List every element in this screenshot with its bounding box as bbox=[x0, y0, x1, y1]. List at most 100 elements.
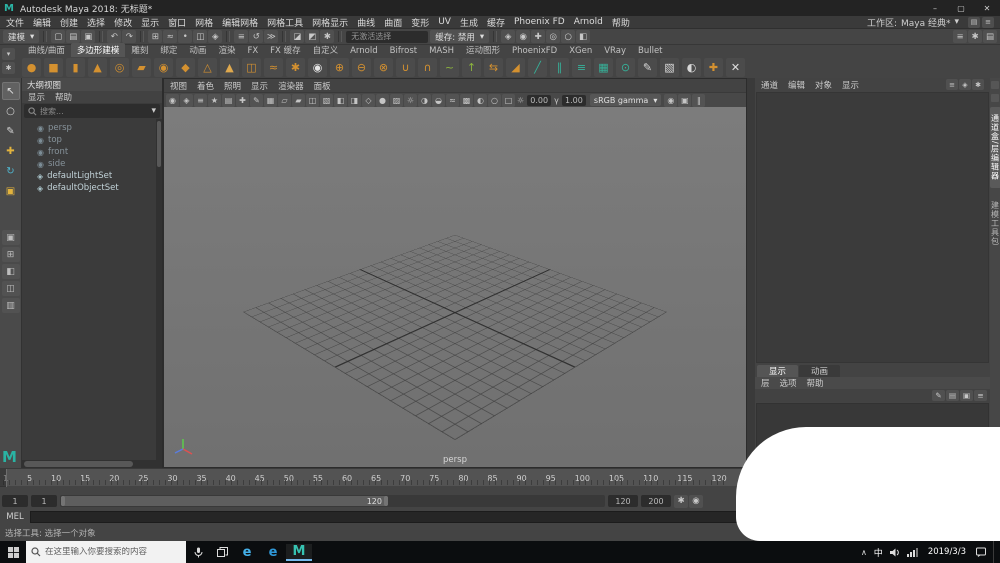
auto-keyframe-icon[interactable]: ◉ bbox=[689, 495, 703, 508]
shelf-tab[interactable]: 曲线/曲面 bbox=[22, 43, 71, 57]
grease-pencil-icon[interactable]: ✎ bbox=[250, 94, 263, 107]
gamma-field[interactable]: 1.00 bbox=[562, 95, 586, 106]
bookmarks-icon[interactable]: ★ bbox=[208, 94, 221, 107]
menubar-item[interactable]: 窗口 bbox=[168, 16, 186, 29]
shelf-tab[interactable]: PhoenixFD bbox=[506, 45, 563, 57]
camera-attributes-icon[interactable]: ≡ bbox=[194, 94, 207, 107]
shelf-tab[interactable]: 自定义 bbox=[307, 43, 345, 57]
show-desktop-button[interactable] bbox=[993, 541, 998, 563]
xray-icon[interactable]: □ bbox=[502, 94, 515, 107]
camera-based-selection-icon[interactable]: ◎ bbox=[546, 30, 560, 43]
depth-of-field-icon[interactable]: ◐ bbox=[474, 94, 487, 107]
shelf-tab[interactable]: FX bbox=[241, 45, 264, 57]
smooth-shade-icon[interactable]: ● bbox=[376, 94, 389, 107]
speaker-icon[interactable] bbox=[890, 548, 900, 557]
mirror-icon[interactable]: ⇆ bbox=[484, 58, 503, 77]
channelbox-menu-item[interactable]: 对象 bbox=[815, 79, 832, 91]
outliner-vscrollbar[interactable] bbox=[156, 119, 162, 460]
shelf-tab[interactable]: Bullet bbox=[632, 45, 669, 57]
playback-end-field[interactable]: 200 bbox=[641, 495, 671, 507]
separate-icon[interactable]: ⊖ bbox=[352, 58, 371, 77]
poly-disc-icon[interactable]: ◉ bbox=[154, 58, 173, 77]
smooth-icon[interactable]: ~ bbox=[440, 58, 459, 77]
create-empty-layer-icon[interactable]: ▤ bbox=[946, 390, 959, 401]
viewport-menu-item[interactable]: 面板 bbox=[314, 80, 331, 92]
channel-speed-icon[interactable]: ✱ bbox=[972, 79, 984, 90]
lasso-tool[interactable]: ○ bbox=[2, 102, 20, 120]
ssao-icon[interactable]: ◒ bbox=[432, 94, 445, 107]
menubar-item[interactable]: 创建 bbox=[60, 16, 78, 29]
viewport-menu-item[interactable]: 着色 bbox=[197, 80, 214, 92]
pan-zoom-icon[interactable]: ✚ bbox=[236, 94, 249, 107]
poly-torus-icon[interactable]: ◎ bbox=[110, 58, 129, 77]
two-pane-layout[interactable]: ◫ bbox=[2, 281, 20, 296]
quad-draw-icon[interactable]: ▦ bbox=[594, 58, 613, 77]
extract-icon[interactable]: ⊗ bbox=[374, 58, 393, 77]
boolean-union-icon[interactable]: ∪ bbox=[396, 58, 415, 77]
menubar-item[interactable]: 帮助 bbox=[612, 16, 630, 29]
menubar-item[interactable]: 网格显示 bbox=[312, 16, 348, 29]
range-slider-bar[interactable]: 120 bbox=[61, 496, 388, 506]
shelf-tab[interactable]: Bifrost bbox=[384, 45, 423, 57]
menubar-item[interactable]: 缓存 bbox=[487, 16, 505, 29]
action-center-icon[interactable] bbox=[976, 547, 986, 557]
multi-cut-icon[interactable]: ╱ bbox=[528, 58, 547, 77]
maximize-button[interactable]: ▢ bbox=[948, 0, 974, 16]
delete-edge-icon[interactable]: ✕ bbox=[726, 58, 745, 77]
animation-end-field[interactable]: 120 bbox=[608, 495, 638, 507]
shelf-tab[interactable]: VRay bbox=[598, 45, 632, 57]
bevel-icon[interactable]: ◢ bbox=[506, 58, 525, 77]
gate-mask-icon[interactable]: ◫ bbox=[306, 94, 319, 107]
construction-history-icon[interactable]: ↺ bbox=[249, 30, 263, 43]
cache-status-select[interactable]: 缓存: 禁用 ▾ bbox=[430, 30, 489, 43]
task-view-button[interactable] bbox=[210, 541, 234, 563]
shelf-tab[interactable]: 多边形建模 bbox=[71, 43, 126, 57]
ime-indicator[interactable]: 中 bbox=[874, 546, 883, 559]
channelbox-menu-item[interactable]: 编辑 bbox=[788, 79, 805, 91]
viewport-menu-item[interactable]: 照明 bbox=[224, 80, 241, 92]
shelf-tab[interactable]: FX 缓存 bbox=[264, 43, 306, 57]
poly-pipe-icon[interactable]: ◫ bbox=[242, 58, 261, 77]
redo-icon[interactable]: ↷ bbox=[122, 30, 136, 43]
new-scene-icon[interactable]: ▢ bbox=[51, 30, 65, 43]
platonic-solid-icon[interactable]: ◆ bbox=[176, 58, 195, 77]
pause-draw-icon[interactable]: ‖ bbox=[692, 94, 705, 107]
lock-camera-icon[interactable]: ◈ bbox=[180, 94, 193, 107]
menubar-item[interactable]: 文件 bbox=[6, 16, 24, 29]
render-frame-icon[interactable]: ◪ bbox=[290, 30, 304, 43]
viewport-menu-item[interactable]: 视图 bbox=[170, 80, 187, 92]
make-live-icon[interactable]: ◈ bbox=[208, 30, 222, 43]
layer-menu-item[interactable]: 帮助 bbox=[807, 377, 824, 389]
target-weld-icon[interactable]: ⊙ bbox=[616, 58, 635, 77]
command-line-input[interactable] bbox=[30, 511, 830, 523]
channel-display-icon[interactable]: ≡ bbox=[946, 79, 958, 90]
menubar-item[interactable]: 曲面 bbox=[384, 16, 402, 29]
sidebar-collapse-icon[interactable] bbox=[991, 94, 999, 102]
layer-menu-item[interactable]: 选项 bbox=[780, 377, 797, 389]
render-settings-icon[interactable]: ✱ bbox=[320, 30, 334, 43]
use-all-lights-icon[interactable]: ☼ bbox=[404, 94, 417, 107]
layer-list-icon[interactable]: ≡ bbox=[974, 390, 987, 401]
playback-options-icon[interactable]: ✱ bbox=[674, 495, 688, 508]
snap-to-plane-icon[interactable]: ◫ bbox=[193, 30, 207, 43]
open-scene-icon[interactable]: ▤ bbox=[66, 30, 80, 43]
layer-options-icon[interactable]: ✎ bbox=[932, 390, 945, 401]
safe-title-icon[interactable]: ◨ bbox=[348, 94, 361, 107]
sidebar-vertical-tab[interactable]: 建模工具包 bbox=[990, 194, 1000, 253]
ie-icon[interactable]: e bbox=[260, 545, 286, 560]
tool-settings-toggle-icon[interactable]: ✱ bbox=[968, 30, 982, 43]
viewport-menu-item[interactable]: 渲染器 bbox=[278, 80, 304, 92]
attribute-editor-toggle-icon[interactable]: ≡ bbox=[953, 30, 967, 43]
workspace-options-icon[interactable]: ≡ bbox=[982, 17, 994, 28]
poly-pyramid-icon[interactable]: △ bbox=[198, 58, 217, 77]
selection-field[interactable]: 无激活选择 bbox=[346, 31, 428, 43]
crease-tool-icon[interactable]: ◐ bbox=[682, 58, 701, 77]
range-slider-track[interactable]: 120 bbox=[60, 495, 605, 507]
resolution-gate-icon[interactable]: ▰ bbox=[292, 94, 305, 107]
lock-selection-icon[interactable]: ◈ bbox=[501, 30, 515, 43]
menubar-item[interactable]: 修改 bbox=[114, 16, 132, 29]
outliner-menu-item[interactable]: 帮助 bbox=[55, 91, 72, 103]
color-management-icon[interactable]: ◉ bbox=[664, 94, 677, 107]
poly-gear-icon[interactable]: ✱ bbox=[286, 58, 305, 77]
channelbox-menu-item[interactable]: 显示 bbox=[842, 79, 859, 91]
